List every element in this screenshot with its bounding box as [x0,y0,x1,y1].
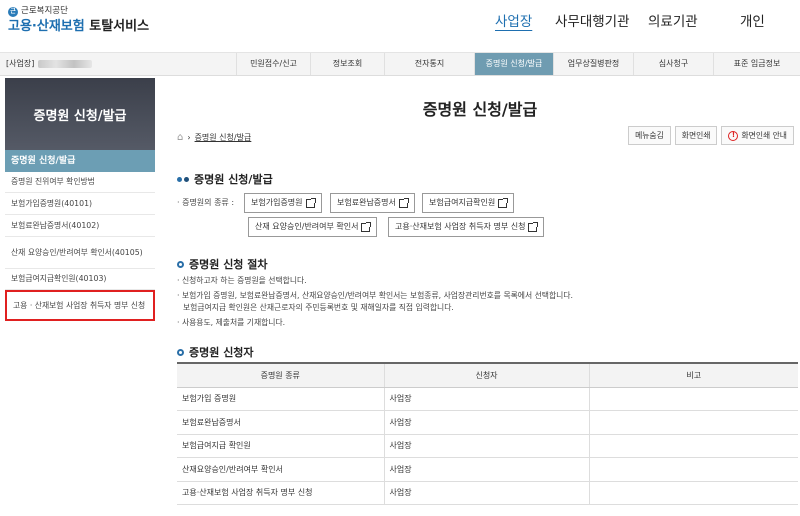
page-title: 증명원 신청/발급 [422,100,538,119]
topnav-business[interactable]: 사업장 [495,12,532,32]
table-row: 산재요양승인/반려여부 확인서 사업장 [177,457,798,482]
cert-care-approval-label: 산재 요양승인/반려여부 확인서 [255,222,359,231]
external-link-icon [528,221,539,232]
menu-e-notice[interactable]: 전자통지 [384,53,474,75]
cell-applicant: 사업장 [383,410,589,435]
section-applicant-label: 증명원 신청자 [189,346,254,359]
table-row: 보험급여지급 확인원 사업장 [177,434,798,458]
cert-insurance-label: 보험가입증명원 [251,198,303,207]
procedure-step: · 신청하고자 하는 증명원을 선택합니다. [177,276,307,285]
certificate-types-label: · 증명원의 종류 : [177,198,235,207]
col-cert-type: 증명원 종류 [177,362,384,388]
sidebar-item-payment-cert[interactable]: 보험료완납증명서(40102) [5,215,155,237]
hide-menu-label: 메뉴숨김 [635,131,664,140]
site-header: 근 근로복지공단 고용·산재보험 토탈서비스 사업장 사무대행기관 의료기관 개… [0,0,800,50]
topnav-agency[interactable]: 사무대행기관 [555,12,630,32]
cell-remarks [588,387,798,411]
cell-applicant: 사업장 [383,387,589,411]
cell-remarks [588,434,798,458]
menu-review-request[interactable]: 심사청구 [633,53,713,75]
cell-remarks [588,410,798,435]
business-name-redacted [38,60,93,68]
hide-menu-button[interactable]: 메뉴숨김 [628,126,671,145]
double-dot-icon [177,176,189,182]
table-row: 고용·산재보험 사업장 취득자 명부 신청 사업장 [177,481,798,505]
main-menu-bar: [사업장] 민원접수/신고 정보조회 전자통지 증명원 신청/발급 업무상질병판… [0,52,800,76]
table-row: 보험료완납증명서 사업장 [177,410,798,435]
menu-disease-judgment[interactable]: 업무상질병판정 [553,53,633,75]
section-procedure-label: 증명원 신청 절차 [189,258,268,271]
external-link-icon [361,221,372,232]
sidebar-item-roster-request[interactable]: 고용 · 산재보험 사업장 취득자 명부 신청 [5,290,155,321]
cert-payment-button[interactable]: 보험료완납증명서 [330,193,415,213]
procedure-step: · 사용용도, 제출처를 기재합니다. [177,318,286,327]
cert-benefit-label: 보험급여지급확인원 [429,198,496,207]
cell-applicant: 사업장 [383,457,589,482]
sidebar: 증명원 신청/발급 증명원 신청/발급 증명원 진위여부 확인방법 보험가입증명… [0,76,155,516]
menu-info-lookup[interactable]: 정보조회 [310,53,384,75]
cert-insurance-button[interactable]: 보험가입증명원 [244,193,322,213]
section-procedure-title: 증명원 신청 절차 [177,256,268,272]
external-link-icon [398,197,409,208]
procedure-step: 보험급여지급 확인원은 산재근로자의 주민등록번호 및 재해일자를 직접 입력합… [183,303,454,312]
cell-applicant: 사업장 [383,481,589,505]
cell-cert-type: 산재요양승인/반려여부 확인서 [177,457,384,482]
cert-payment-label: 보험료완납증명서 [337,198,396,207]
procedure-step: · 보험가입 증명원, 보험료완납증명서, 산재요양승인/반려여부 확인서는 보… [177,291,573,300]
tool-buttons: 메뉴숨김 화면인쇄 ! 화면인쇄 안내 [628,126,794,145]
section-certificate-title: 증명원 신청/발급 [177,171,273,187]
col-applicant: 신청자 [383,362,589,388]
menu-standard-wage[interactable]: 표준 임금정보 [713,53,800,75]
cell-cert-type: 보험료완납증명서 [177,410,384,435]
business-label: [사업장] [6,59,35,68]
cell-cert-type: 고용·산재보험 사업장 취득자 명부 신청 [177,481,384,505]
print-guide-label: 화면인쇄 안내 [741,131,787,140]
print-guide-button[interactable]: ! 화면인쇄 안내 [721,126,794,145]
table-row: 보험가입 증명원 사업장 [177,387,798,411]
sidebar-title: 증명원 신청/발급 [5,78,155,150]
cell-cert-type: 보험급여지급 확인원 [177,434,384,458]
ring-bullet-icon [177,348,184,356]
external-link-icon [498,197,509,208]
section-applicant-title: 증명원 신청자 [177,344,254,360]
cert-benefit-button[interactable]: 보험급여지급확인원 [422,193,515,213]
breadcrumb-separator: › [187,133,191,142]
sidebar-item-active[interactable]: 증명원 신청/발급 [5,150,155,172]
sidebar-item-care-approval[interactable]: 산재 요양승인/반려여부 확인서(40105) [5,237,155,269]
print-button[interactable]: 화면인쇄 [674,126,718,145]
print-label: 화면인쇄 [681,131,711,140]
breadcrumb-current[interactable]: 증명원 신청/발급 [195,132,252,143]
cert-roster-label: 고용·산재보험 사업장 취득자 명부 신청 [395,222,526,231]
table-header-row: 증명원 종류 신청자 비고 [177,362,798,388]
menu-civil-complaint[interactable]: 민원접수/신고 [236,53,310,75]
sidebar-item-verify[interactable]: 증명원 진위여부 확인방법 [5,172,155,193]
breadcrumb: ⌂ › 증명원 신청/발급 [177,132,251,143]
menu-certificate[interactable]: 증명원 신청/발급 [474,53,553,75]
cert-roster-button[interactable]: 고용·산재보험 사업장 취득자 명부 신청 [388,217,545,237]
applicant-table: 증명원 종류 신청자 비고 보험가입 증명원 사업장 보험료완납증명서 사업장 … [177,362,798,505]
sidebar-item-insurance-cert[interactable]: 보험가입증명원(40101) [5,193,155,215]
business-indicator: [사업장] [6,53,93,75]
topnav-medical[interactable]: 의료기관 [648,12,698,32]
external-link-icon [305,197,316,208]
ring-bullet-icon [177,260,184,268]
sidebar-item-benefit-cert[interactable]: 보험급여지급확인원(40103) [5,269,155,290]
top-nav: 사업장 사무대행기관 의료기관 개인 [0,12,800,32]
topnav-personal[interactable]: 개인 [740,12,765,32]
cell-cert-type: 보험가입 증명원 [177,387,384,411]
home-icon[interactable]: ⌂ [177,132,183,143]
cell-remarks [588,457,798,482]
col-remarks: 비고 [588,362,798,388]
cell-remarks [588,481,798,505]
cert-care-approval-button[interactable]: 산재 요양승인/반려여부 확인서 [248,217,378,237]
section-certificate-label: 증명원 신청/발급 [194,173,273,186]
cell-applicant: 사업장 [383,434,589,458]
alert-icon: ! [728,130,739,141]
